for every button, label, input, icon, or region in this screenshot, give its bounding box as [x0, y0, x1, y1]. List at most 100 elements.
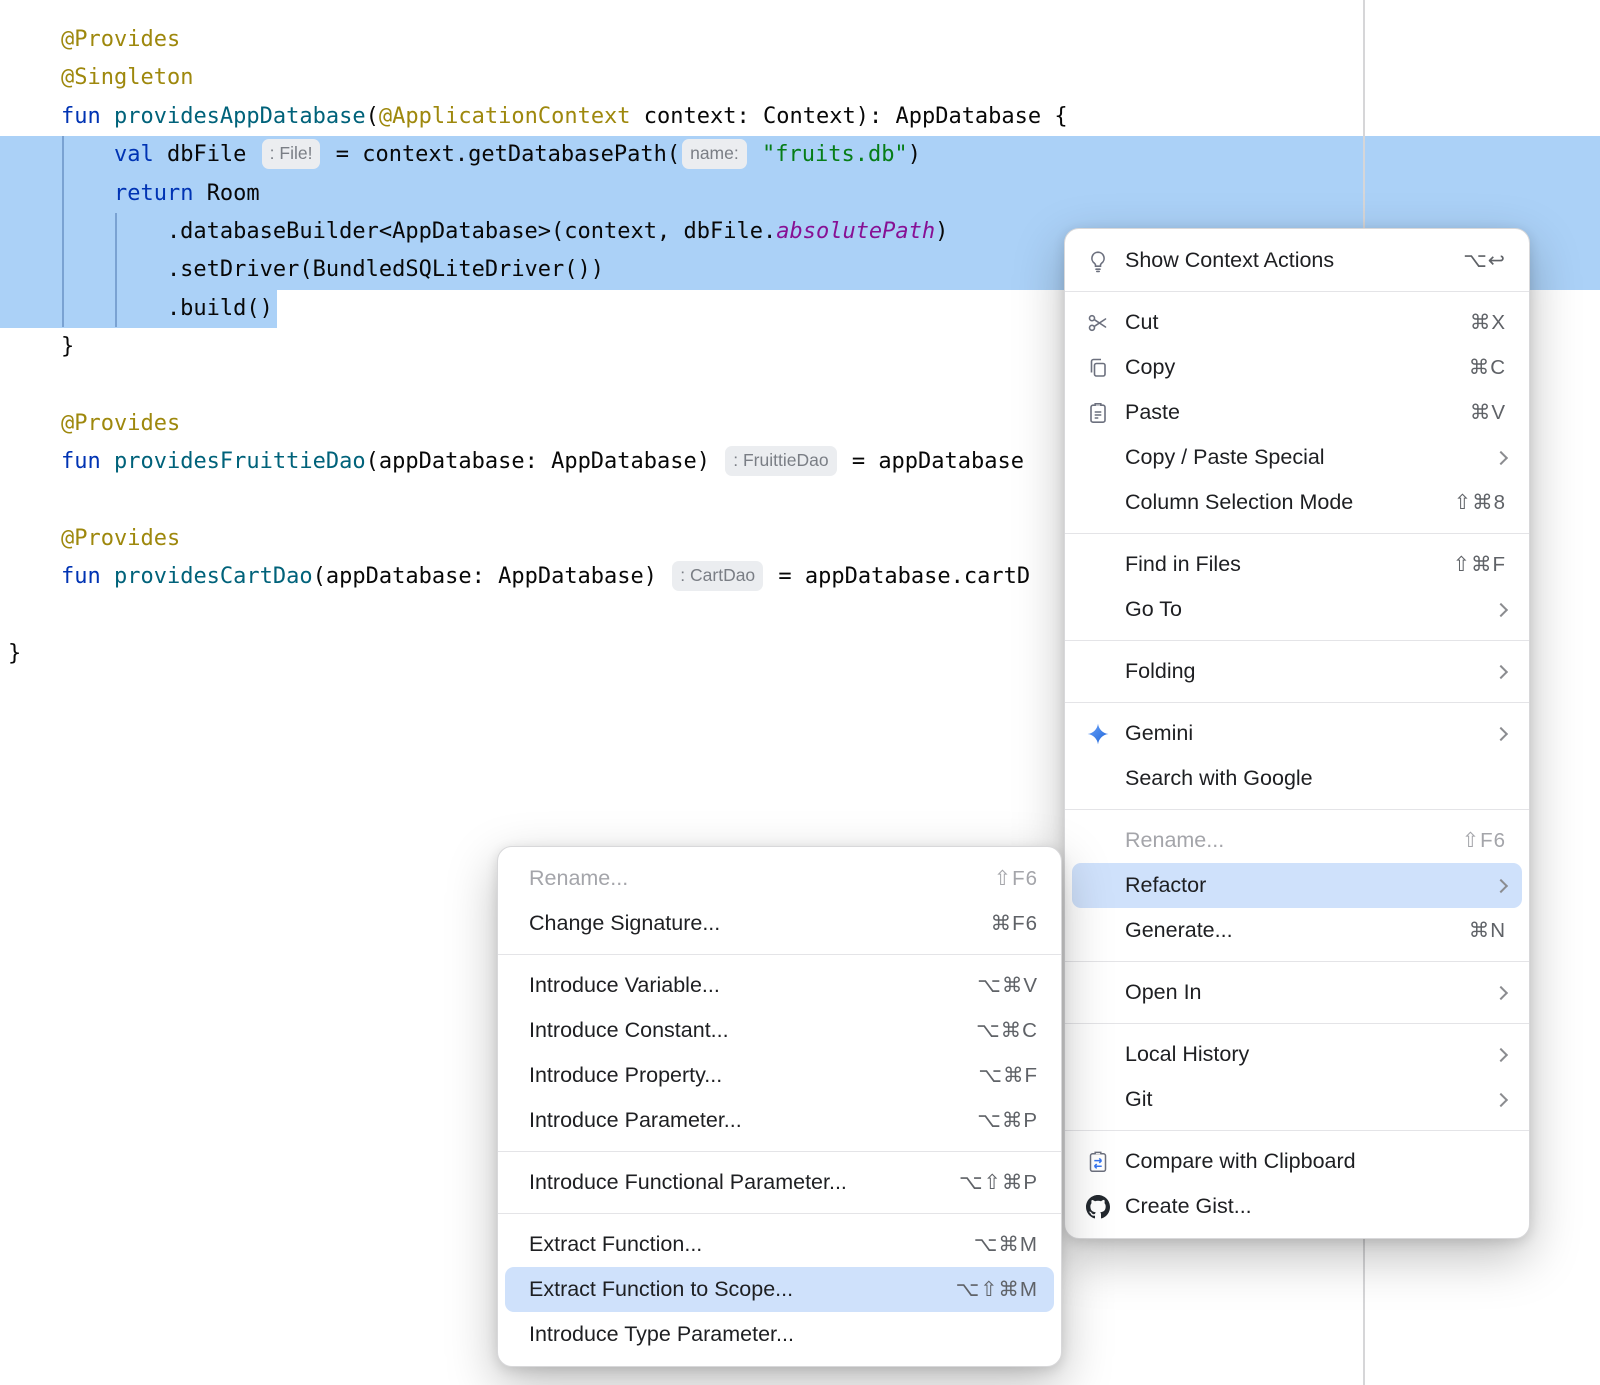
scissors-icon — [1085, 310, 1111, 336]
menu-item-column-selection-mode[interactable]: Column Selection Mode ⇧⌘8 — [1072, 480, 1522, 525]
menu-item-generate[interactable]: Generate...⌘N — [1072, 908, 1522, 953]
menu-item-gemini[interactable]: Gemini — [1072, 711, 1522, 756]
menu-item-label: Introduce Property... — [529, 1063, 954, 1088]
icon-spacer — [1085, 1042, 1111, 1068]
code-token: providesAppDatabase — [114, 104, 366, 129]
menu-item-shortcut: ⌥↩ — [1463, 248, 1506, 273]
menu-item-introduce-constant[interactable]: Introduce Constant...⌥⌘C — [505, 1008, 1054, 1053]
menu-item-create-gist[interactable]: Create Gist... — [1072, 1184, 1522, 1229]
menu-item-shortcut: ⌘V — [1470, 400, 1506, 425]
menu-item-copy[interactable]: Copy⌘C — [1072, 345, 1522, 390]
menu-item-label: Copy — [1125, 355, 1445, 380]
code-token: @Provides — [61, 411, 180, 436]
menu-item-label: Create Gist... — [1125, 1194, 1506, 1219]
menu-item-label: Open In — [1125, 980, 1472, 1005]
menu-item-search-with-google[interactable]: Search with Google — [1072, 756, 1522, 801]
menu-item-local-history[interactable]: Local History — [1072, 1032, 1522, 1077]
menu-separator — [1065, 809, 1529, 810]
menu-item-shortcut: ⌘X — [1470, 310, 1506, 335]
code-line[interactable]: return Room — [0, 175, 1600, 213]
code-token: Room — [207, 181, 260, 206]
menu-separator — [1065, 533, 1529, 534]
menu-item-shortcut: ⇧⌘F — [1453, 552, 1506, 577]
menu-item-shortcut: ⇧⌘8 — [1454, 490, 1506, 515]
code-line[interactable]: fun providesAppDatabase(@ApplicationCont… — [0, 98, 1600, 136]
menu-item-introduce-property[interactable]: Introduce Property... ⌥⌘F — [505, 1053, 1054, 1098]
menu-item-go-to[interactable]: Go To — [1072, 587, 1522, 632]
code-token: .build() — [8, 296, 273, 321]
code-token — [749, 142, 762, 167]
code-token: return — [114, 181, 207, 206]
indent-guide — [62, 136, 64, 327]
code-token — [8, 526, 61, 551]
menu-item-find-in-files[interactable]: Find in Files⇧⌘F — [1072, 542, 1522, 587]
menu-item-open-in[interactable]: Open In — [1072, 970, 1522, 1015]
menu-separator — [1065, 1130, 1529, 1131]
menu-item-label: Cut — [1125, 310, 1446, 335]
code-token: fun — [61, 564, 114, 589]
code-token: absolutePath — [776, 219, 935, 244]
code-line[interactable]: val dbFile : File! = context.getDatabase… — [0, 136, 1600, 174]
menu-item-shortcut: ⇧F6 — [994, 866, 1038, 891]
code-token: = appDatabase.cartD — [765, 564, 1030, 589]
menu-item-shortcut: ⌥⇧⌘M — [956, 1277, 1038, 1302]
menu-item-shortcut: ⇧F6 — [1462, 828, 1506, 853]
menu-item-introduce-parameter[interactable]: Introduce Parameter...⌥⌘P — [505, 1098, 1054, 1143]
menu-item-rename[interactable]: Rename...⇧F6 — [1072, 818, 1522, 863]
chevron-right-icon — [1494, 1092, 1508, 1106]
menu-item-label: Local History — [1125, 1042, 1472, 1067]
code-token: providesCartDao — [114, 564, 313, 589]
code-token: fun — [61, 104, 114, 129]
menu-item-extract-function-to-scope[interactable]: Extract Function to Scope...⌥⇧⌘M — [505, 1267, 1054, 1312]
inlay-hint: : FruittieDao — [725, 446, 836, 476]
code-token — [8, 449, 61, 474]
menu-item-rename[interactable]: Rename... ⇧F6 — [505, 856, 1054, 901]
code-token — [8, 181, 114, 206]
code-line[interactable]: @Singleton — [0, 59, 1600, 97]
chevron-right-icon — [1494, 1047, 1508, 1061]
menu-item-git[interactable]: Git — [1072, 1077, 1522, 1122]
menu-item-show-context-actions[interactable]: Show Context Actions ⌥↩ — [1072, 238, 1522, 283]
code-token: dbFile — [167, 142, 260, 167]
menu-item-cut[interactable]: Cut ⌘X — [1072, 300, 1522, 345]
gemini-icon — [1085, 721, 1111, 747]
code-token: (appDatabase: AppDatabase) — [313, 564, 671, 589]
code-token — [8, 142, 114, 167]
menu-item-compare-with-clipboard[interactable]: Compare with Clipboard — [1072, 1139, 1522, 1184]
inlay-hint: : CartDao — [672, 561, 763, 591]
icon-spacer — [1085, 552, 1111, 578]
chevron-right-icon — [1494, 602, 1508, 616]
code-token — [8, 564, 61, 589]
code-token: } — [8, 334, 74, 359]
code-line[interactable]: @Provides — [0, 21, 1600, 59]
code-token: val — [114, 142, 167, 167]
menu-item-introduce-type-parameter[interactable]: Introduce Type Parameter... — [505, 1312, 1054, 1357]
code-token — [8, 104, 61, 129]
menu-item-folding[interactable]: Folding — [1072, 649, 1522, 694]
code-token: @Singleton — [61, 65, 193, 90]
menu-item-introduce-functional-parameter[interactable]: Introduce Functional Parameter...⌥⇧⌘P — [505, 1160, 1054, 1205]
menu-item-label: Column Selection Mode — [1125, 490, 1430, 515]
code-token: (appDatabase: AppDatabase) — [366, 449, 724, 474]
inlay-hint: name: — [682, 139, 747, 169]
github-icon — [1085, 1194, 1111, 1220]
menu-item-change-signature[interactable]: Change Signature...⌘F6 — [505, 901, 1054, 946]
editor-context-menu: Show Context Actions ⌥↩ Cut ⌘X Copy⌘CPaste⌘V… — [1064, 228, 1530, 1239]
menu-item-label: Rename... — [529, 866, 970, 891]
menu-item-extract-function[interactable]: Extract Function...⌥⌘M — [505, 1222, 1054, 1267]
menu-item-label: Show Context Actions — [1125, 248, 1439, 273]
menu-item-shortcut: ⌥⌘C — [976, 1018, 1038, 1043]
menu-item-shortcut: ⌥⌘P — [977, 1108, 1038, 1133]
menu-item-refactor[interactable]: Refactor — [1072, 863, 1522, 908]
code-token — [8, 65, 61, 90]
menu-item-shortcut: ⌘N — [1469, 918, 1506, 943]
menu-separator — [1065, 961, 1529, 962]
menu-separator — [1065, 291, 1529, 292]
menu-item-shortcut: ⌥⌘F — [978, 1063, 1038, 1088]
icon-spacer — [1085, 828, 1111, 854]
code-token: } — [8, 641, 21, 666]
menu-item-copy-paste-special[interactable]: Copy / Paste Special — [1072, 435, 1522, 480]
menu-item-paste[interactable]: Paste⌘V — [1072, 390, 1522, 435]
menu-separator — [1065, 702, 1529, 703]
menu-item-introduce-variable[interactable]: Introduce Variable...⌥⌘V — [505, 963, 1054, 1008]
